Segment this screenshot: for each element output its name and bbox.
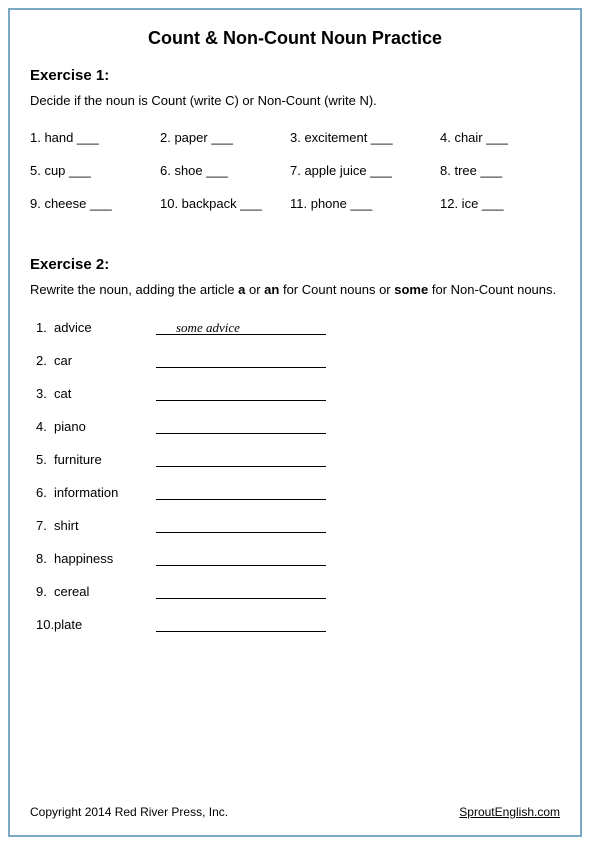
ex2-word: advice [54, 320, 156, 335]
ex2-answer-line [156, 550, 326, 566]
ex2-row: 1. advice some advice [30, 319, 560, 335]
ex2-word: cereal [54, 584, 156, 599]
text: for Non-Count nouns. [428, 282, 556, 297]
ex1-item: 8. tree ___ [440, 163, 560, 178]
ex2-row: 5. furniture [30, 451, 560, 467]
ex2-answer-line [156, 451, 326, 467]
ex1-item: 5. cup ___ [30, 163, 160, 178]
ex2-answer-line [156, 484, 326, 500]
copyright-text: Copyright 2014 Red River Press, Inc. [30, 805, 228, 819]
page-title: Count & Non-Count Noun Practice [30, 28, 560, 49]
ex2-row: 8. happiness [30, 550, 560, 566]
footer-link[interactable]: SproutEnglish.com [459, 805, 560, 819]
ex2-answer-line [156, 616, 326, 632]
ex2-word: car [54, 353, 156, 368]
page-footer: Copyright 2014 Red River Press, Inc. Spr… [30, 805, 560, 819]
ex2-number: 10. [30, 617, 54, 632]
ex1-item: 12. ice ___ [440, 196, 560, 211]
ex2-number: 3. [30, 386, 54, 401]
ex1-item: 11. phone ___ [290, 196, 440, 211]
ex2-row: 2. car [30, 352, 560, 368]
ex2-row: 9. cereal [30, 583, 560, 599]
ex2-word: shirt [54, 518, 156, 533]
ex2-word: information [54, 485, 156, 500]
ex2-number: 2. [30, 353, 54, 368]
ex2-word: piano [54, 419, 156, 434]
exercise1-grid: 1. hand ___ 2. paper ___ 3. excitement _… [30, 130, 560, 211]
ex2-answer-text: some advice [176, 320, 240, 336]
ex1-item: 3. excitement ___ [290, 130, 440, 145]
ex2-number: 1. [30, 320, 54, 335]
ex2-number: 5. [30, 452, 54, 467]
ex2-row: 6. information [30, 484, 560, 500]
ex2-word: furniture [54, 452, 156, 467]
ex2-answer-line [156, 385, 326, 401]
ex2-answer-line: some advice [156, 319, 326, 335]
ex2-number: 9. [30, 584, 54, 599]
ex2-number: 6. [30, 485, 54, 500]
ex1-item: 2. paper ___ [160, 130, 290, 145]
ex1-item: 9. cheese ___ [30, 196, 160, 211]
text: Rewrite the noun, adding the article [30, 282, 238, 297]
ex2-row: 3. cat [30, 385, 560, 401]
ex1-item: 7. apple juice ___ [290, 163, 440, 178]
ex2-answer-line [156, 418, 326, 434]
exercise1-heading: Exercise 1: [30, 67, 560, 84]
ex1-item: 4. chair ___ [440, 130, 560, 145]
text-bold: some [394, 282, 428, 297]
ex2-row: 7. shirt [30, 517, 560, 533]
ex2-number: 7. [30, 518, 54, 533]
ex2-word: plate [54, 617, 156, 632]
ex2-answer-line [156, 352, 326, 368]
ex2-row: 10. plate [30, 616, 560, 632]
ex1-item: 10. backpack ___ [160, 196, 290, 211]
ex2-word: happiness [54, 551, 156, 566]
ex2-row: 4. piano [30, 418, 560, 434]
ex1-item: 6. shoe ___ [160, 163, 290, 178]
ex2-answer-line [156, 583, 326, 599]
text-bold: an [264, 282, 279, 297]
ex2-answer-line [156, 517, 326, 533]
exercise2-heading: Exercise 2: [30, 256, 560, 273]
ex1-item: 1. hand ___ [30, 130, 160, 145]
ex2-number: 8. [30, 551, 54, 566]
text: or [245, 282, 264, 297]
ex2-word: cat [54, 386, 156, 401]
exercise1-instructions: Decide if the noun is Count (write C) or… [30, 92, 560, 110]
worksheet-page: Count & Non-Count Noun Practice Exercise… [8, 8, 582, 837]
exercise2-list: 1. advice some advice 2. car 3. cat 4. p… [30, 319, 560, 632]
ex2-number: 4. [30, 419, 54, 434]
text: for Count nouns or [279, 282, 394, 297]
exercise2-instructions: Rewrite the noun, adding the article a o… [30, 281, 560, 299]
